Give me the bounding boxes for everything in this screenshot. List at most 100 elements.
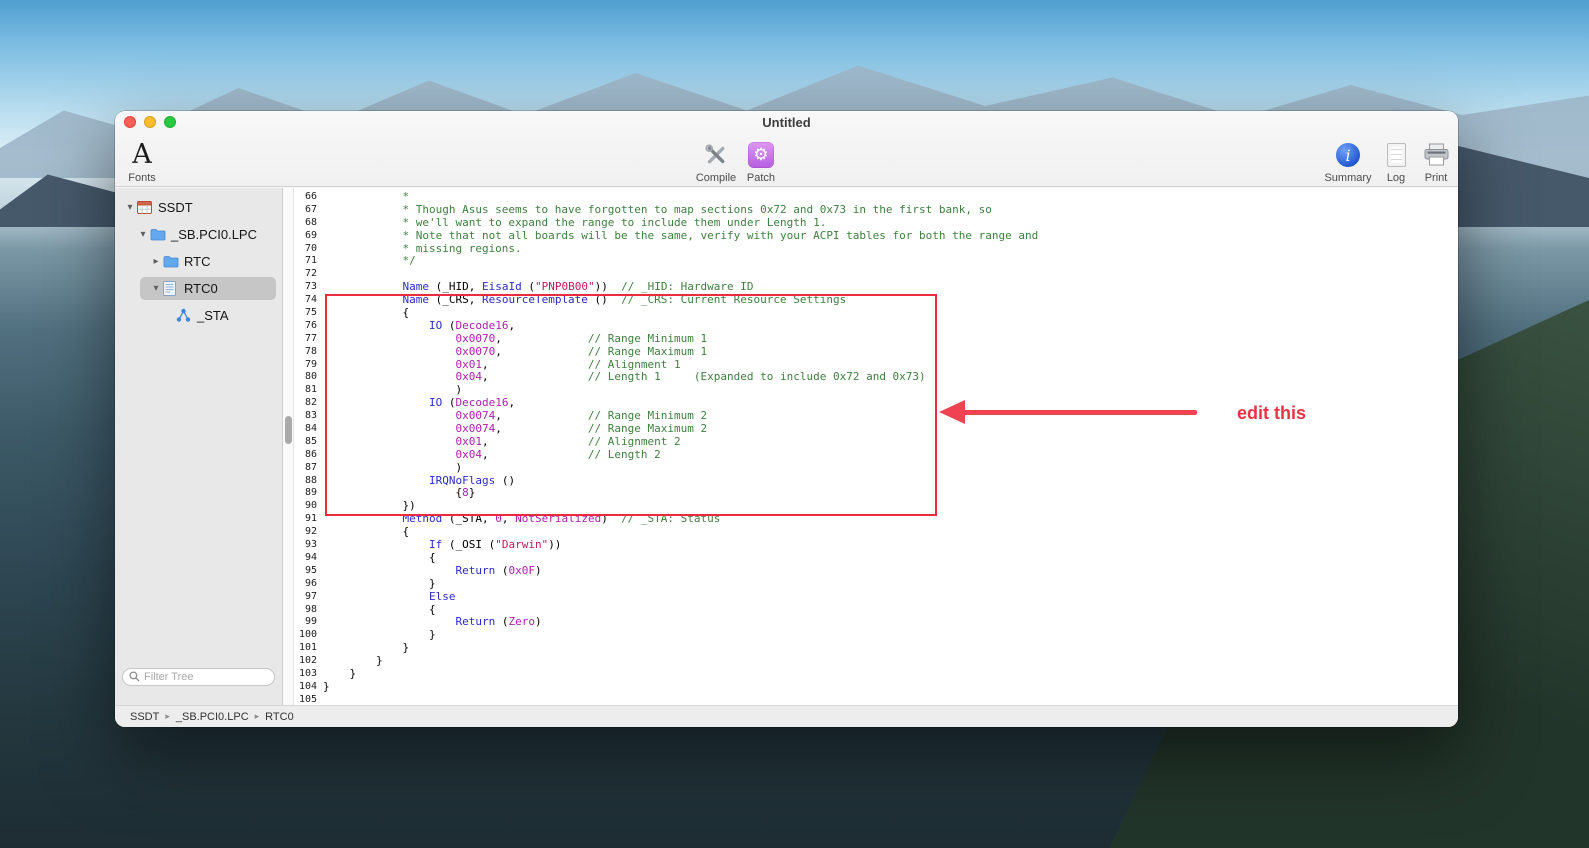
line-content: } bbox=[323, 681, 330, 694]
code-line[interactable]: 74 Name (_CRS, ResourceTemplate () // _C… bbox=[294, 294, 1458, 307]
code-line[interactable]: 95 Return (0x0F) bbox=[294, 565, 1458, 578]
line-number: 82 bbox=[294, 397, 323, 410]
breadcrumb-separator: ▸ bbox=[255, 711, 260, 722]
line-number: 90 bbox=[294, 500, 323, 513]
chevron-right-icon[interactable]: ▸ bbox=[149, 256, 163, 267]
sidebar: ▾ SSDT ▾_SB.PCI0.LPC▸RTC ▾ RTC0 _STA bbox=[115, 188, 283, 705]
print-label: Print bbox=[1396, 172, 1458, 184]
line-number: 86 bbox=[294, 449, 323, 462]
line-number: 89 bbox=[294, 487, 323, 500]
sidebar-item-label: RTC0 bbox=[184, 281, 218, 296]
scrollbar-thumb[interactable] bbox=[285, 416, 292, 444]
code-line[interactable]: 102 } bbox=[294, 655, 1458, 668]
line-number: 71 bbox=[294, 255, 323, 268]
line-number: 103 bbox=[294, 668, 323, 681]
code-line[interactable]: 86 0x04, // Length 2 bbox=[294, 449, 1458, 462]
code-line[interactable]: 100 } bbox=[294, 629, 1458, 642]
fonts-icon: A bbox=[132, 140, 152, 170]
line-number: 79 bbox=[294, 359, 323, 372]
folder-icon bbox=[163, 255, 182, 268]
line-number: 101 bbox=[294, 642, 323, 655]
fonts-button[interactable]: A Fonts bbox=[115, 139, 182, 184]
sidebar-item-label: SSDT bbox=[158, 200, 193, 215]
line-number: 83 bbox=[294, 410, 323, 423]
statusbar: SSDT ▸ _SB.PCI0.LPC ▸ RTC0 bbox=[115, 705, 1458, 727]
sidebar-item-ssdt[interactable]: ▾ SSDT bbox=[115, 194, 282, 221]
line-number: 100 bbox=[294, 629, 323, 642]
line-number: 69 bbox=[294, 230, 323, 243]
code-editor[interactable]: 66 *67 * Though Asus seems to have forgo… bbox=[294, 188, 1458, 705]
code-line[interactable]: 91 Method (_STA, 0, NotSerialized) // _S… bbox=[294, 513, 1458, 526]
sidebar-item--sta[interactable]: _STA bbox=[115, 302, 282, 329]
line-number: 93 bbox=[294, 539, 323, 552]
fonts-label: Fonts bbox=[115, 172, 182, 184]
sidebar-item-label: _STA bbox=[197, 308, 229, 323]
line-number: 96 bbox=[294, 578, 323, 591]
line-number: 98 bbox=[294, 604, 323, 617]
line-number: 73 bbox=[294, 281, 323, 294]
code-line[interactable]: 93 If (_OSI ("Darwin")) bbox=[294, 539, 1458, 552]
table-icon bbox=[137, 201, 156, 214]
line-number: 88 bbox=[294, 475, 323, 488]
code-line[interactable]: 105 bbox=[294, 694, 1458, 705]
line-number: 85 bbox=[294, 436, 323, 449]
sidebar-item--sb-pci0-lpc[interactable]: ▾_SB.PCI0.LPC bbox=[115, 221, 282, 248]
line-number: 80 bbox=[294, 371, 323, 384]
code-line[interactable]: 71 */ bbox=[294, 255, 1458, 268]
line-number: 104 bbox=[294, 681, 323, 694]
sidebar-item-rtc0[interactable]: ▾ RTC0 bbox=[115, 275, 282, 302]
window-header: Untitled A Fonts Compile ⚙ Patch bbox=[115, 111, 1458, 187]
breadcrumb-item[interactable]: RTC0 bbox=[265, 711, 294, 723]
folder-icon bbox=[150, 228, 169, 241]
line-number: 77 bbox=[294, 333, 323, 346]
line-number: 105 bbox=[294, 694, 323, 705]
code-lines: 66 *67 * Though Asus seems to have forgo… bbox=[294, 191, 1458, 705]
line-number: 84 bbox=[294, 423, 323, 436]
sidebar-item-rtc[interactable]: ▸RTC bbox=[115, 248, 282, 275]
app-window: Untitled A Fonts Compile ⚙ Patch bbox=[115, 111, 1458, 727]
line-number: 87 bbox=[294, 462, 323, 475]
line-number: 66 bbox=[294, 191, 323, 204]
code-line[interactable]: 103 } bbox=[294, 668, 1458, 681]
breadcrumb-item[interactable]: SSDT bbox=[130, 711, 159, 723]
code-line[interactable]: 70 * missing regions. bbox=[294, 243, 1458, 256]
window-title: Untitled bbox=[115, 115, 1458, 130]
breadcrumb-separator: ▸ bbox=[165, 711, 170, 722]
patch-gear-icon: ⚙ bbox=[748, 142, 774, 168]
sidebar-tree: ▾ SSDT ▾_SB.PCI0.LPC▸RTC ▾ RTC0 _STA bbox=[115, 188, 282, 329]
breadcrumb-item[interactable]: _SB.PCI0.LPC bbox=[176, 711, 249, 723]
code-line[interactable]: 99 Return (Zero) bbox=[294, 616, 1458, 629]
line-number: 95 bbox=[294, 565, 323, 578]
line-number: 74 bbox=[294, 294, 323, 307]
device-icon bbox=[163, 281, 182, 296]
patch-button[interactable]: ⚙ Patch bbox=[721, 139, 801, 184]
statusbar-path: SSDT ▸ _SB.PCI0.LPC ▸ RTC0 bbox=[130, 711, 294, 723]
line-number: 75 bbox=[294, 307, 323, 320]
filter-tree-input[interactable] bbox=[122, 668, 275, 686]
code-line[interactable]: 80 0x04, // Length 1 (Expanded to includ… bbox=[294, 371, 1458, 384]
code-line[interactable]: 96 } bbox=[294, 578, 1458, 591]
line-content: */ bbox=[323, 255, 416, 268]
code-line[interactable]: 104} bbox=[294, 681, 1458, 694]
line-number: 92 bbox=[294, 526, 323, 539]
line-number: 67 bbox=[294, 204, 323, 217]
line-number: 97 bbox=[294, 591, 323, 604]
printer-icon bbox=[1396, 139, 1458, 171]
desktop: Untitled A Fonts Compile ⚙ Patch bbox=[0, 0, 1589, 848]
code-line[interactable]: 89 {8} bbox=[294, 487, 1458, 500]
chevron-down-icon[interactable]: ▾ bbox=[149, 283, 163, 294]
line-number: 78 bbox=[294, 346, 323, 359]
line-number: 102 bbox=[294, 655, 323, 668]
line-number: 68 bbox=[294, 217, 323, 230]
print-button[interactable]: Print bbox=[1396, 139, 1458, 184]
line-number: 94 bbox=[294, 552, 323, 565]
code-line[interactable]: 101 } bbox=[294, 642, 1458, 655]
filter-tree-field bbox=[122, 667, 275, 685]
method-icon bbox=[176, 308, 195, 323]
chevron-down-icon[interactable]: ▾ bbox=[136, 229, 150, 240]
line-number: 99 bbox=[294, 616, 323, 629]
chevron-down-icon[interactable]: ▾ bbox=[123, 202, 137, 213]
code-line[interactable]: 97 Else bbox=[294, 591, 1458, 604]
pane-splitter[interactable] bbox=[283, 188, 294, 705]
line-number: 81 bbox=[294, 384, 323, 397]
